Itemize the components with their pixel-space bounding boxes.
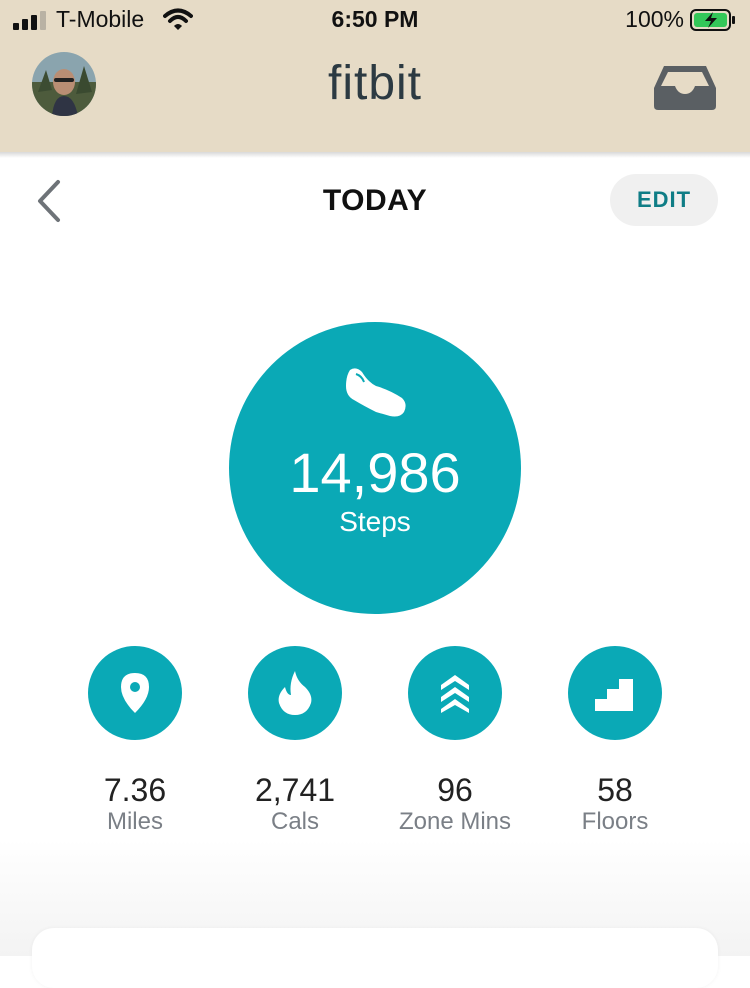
calories-label: Cals: [270, 808, 319, 835]
floors-button[interactable]: [568, 646, 662, 740]
status-bar: T-Mobile 6:50 PM 100%: [0, 0, 750, 42]
battery-percent: 100%: [625, 6, 684, 32]
miles-value: 7.36: [103, 772, 167, 808]
edit-button[interactable]: EDIT: [610, 174, 718, 226]
location-pin-icon: [121, 673, 149, 713]
miles-label: Miles: [106, 808, 163, 835]
fitbit-logo: fitbit: [327, 57, 423, 110]
floors-value: 58: [597, 772, 633, 808]
battery-charging-icon: [690, 9, 735, 31]
inbox-icon[interactable]: [654, 64, 716, 110]
flame-icon: [278, 671, 312, 715]
chevrons-up-icon: [441, 675, 469, 713]
zone-mins-label: Zone Mins: [398, 808, 512, 835]
floors-label: Floors: [581, 808, 649, 835]
miles-button[interactable]: [88, 646, 182, 740]
header-shadow: [0, 152, 750, 158]
zone-mins-button[interactable]: [408, 646, 502, 740]
zone-mins-value: 96: [437, 772, 473, 808]
dashboard-card[interactable]: [32, 928, 718, 988]
calories-button[interactable]: [248, 646, 342, 740]
calories-value: 2,741: [254, 772, 336, 808]
stairs-icon: [595, 679, 633, 711]
steps-label: Steps: [339, 506, 411, 537]
steps-value: 14,986: [289, 441, 461, 504]
shoe-icon: [346, 368, 406, 417]
